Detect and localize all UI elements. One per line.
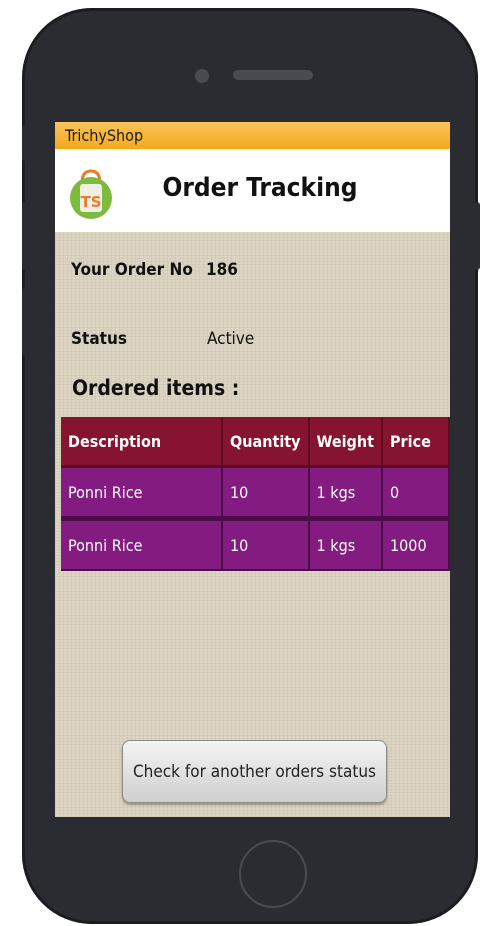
- home-button[interactable]: [239, 840, 307, 908]
- page-header: TS Order Tracking: [55, 149, 450, 232]
- speaker-grille: [233, 70, 313, 80]
- table-row[interactable]: Ponni Rice 10 1 kgs 0: [61, 468, 450, 518]
- column-header-weight: Weight: [309, 417, 383, 468]
- page-title: Order Tracking: [162, 173, 358, 203]
- ordered-items-table: Description Quantity Weight Price Ponni …: [61, 417, 450, 571]
- cell-quantity: 10: [223, 518, 310, 571]
- table-header-row: Description Quantity Weight Price: [61, 417, 450, 468]
- table-row[interactable]: Ponni Rice 10 1 kgs 1000: [61, 518, 450, 571]
- column-header-quantity: Quantity: [223, 417, 310, 468]
- order-number-label: Your Order No: [71, 260, 193, 280]
- side-button-left-top: [22, 125, 28, 161]
- order-number-value: 186: [206, 260, 238, 280]
- cell-weight: 1 kgs: [309, 468, 383, 518]
- ordered-items-heading: Ordered items :: [72, 376, 240, 400]
- title-bar: TrichyShop: [55, 122, 450, 149]
- status-label: Status: [71, 329, 127, 349]
- side-button-left-bottom: [22, 288, 28, 356]
- status-value: Active: [207, 329, 255, 349]
- camera-dot: [195, 69, 209, 83]
- cell-description: Ponni Rice: [61, 518, 223, 571]
- cell-description: Ponni Rice: [61, 468, 223, 518]
- cell-quantity: 10: [223, 468, 310, 518]
- shop-bag-logo-icon: TS: [67, 167, 115, 219]
- check-another-order-button[interactable]: Check for another orders status: [122, 740, 387, 803]
- side-button-left-mid: [22, 202, 28, 270]
- column-header-description: Description: [61, 417, 223, 468]
- cell-weight: 1 kgs: [309, 518, 383, 571]
- side-button-right: [474, 202, 480, 270]
- logo-text: TS: [80, 193, 101, 211]
- cell-price: 1000: [382, 518, 450, 571]
- app-name: TrichyShop: [65, 126, 144, 145]
- column-header-price: Price: [382, 417, 450, 468]
- cell-price: 0: [382, 468, 450, 518]
- app-screen: TrichyShop TS Order Tracking Your Order …: [55, 122, 450, 817]
